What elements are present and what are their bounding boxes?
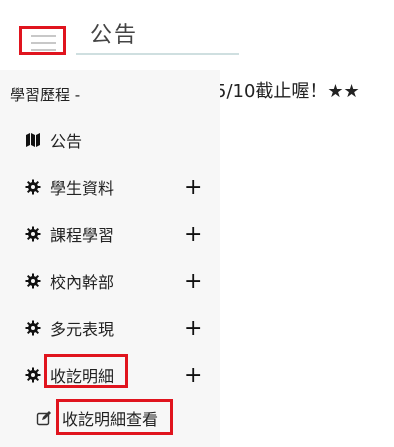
hamburger-line bbox=[31, 49, 56, 51]
sidebar-item-course-learning[interactable]: 課程學習 + bbox=[0, 218, 220, 258]
hamburger-line bbox=[31, 42, 56, 44]
expand-plus-icon[interactable]: + bbox=[184, 318, 202, 340]
gear-icon bbox=[25, 320, 41, 336]
expand-plus-icon[interactable]: + bbox=[184, 177, 202, 199]
sidebar-item-announcement[interactable]: 公告 bbox=[0, 124, 220, 164]
highlight-box bbox=[44, 354, 128, 388]
gear-icon bbox=[25, 179, 41, 195]
hamburger-line bbox=[31, 35, 56, 37]
highlight-box bbox=[56, 399, 173, 435]
expand-plus-icon[interactable]: + bbox=[184, 365, 202, 387]
sidebar-header[interactable]: 學習歷程 - bbox=[10, 84, 80, 105]
sidebar-item-student-info[interactable]: 學生資料 + bbox=[0, 171, 220, 211]
sidebar-item-school-cadre[interactable]: 校內幹部 + bbox=[0, 265, 220, 305]
sidebar-item-label: 學生資料 bbox=[50, 179, 115, 198]
gear-icon bbox=[25, 367, 41, 383]
sidebar-item-label: 公告 bbox=[50, 132, 83, 151]
page-title: 公告 bbox=[90, 23, 139, 48]
gear-icon bbox=[25, 273, 41, 289]
sidebar-item-diverse-performance[interactable]: 多元表現 + bbox=[0, 312, 220, 352]
expand-plus-icon[interactable]: + bbox=[184, 271, 202, 293]
hamburger-menu-button[interactable] bbox=[19, 26, 66, 55]
sidebar: 學習歷程 - 公告 學生資料 + 課程學習 + 校內幹部 + 多元表現 + 收訖… bbox=[0, 70, 220, 447]
title-underline bbox=[76, 53, 239, 55]
edit-icon bbox=[36, 411, 51, 426]
sidebar-item-receipt-details[interactable]: 收訖明細 + bbox=[0, 354, 220, 399]
sidebar-item-label: 校內幹部 bbox=[50, 273, 115, 292]
map-icon bbox=[26, 133, 40, 147]
gear-icon bbox=[25, 226, 41, 242]
sidebar-item-label: 多元表現 bbox=[50, 320, 115, 339]
sidebar-item-label: 課程學習 bbox=[50, 226, 115, 245]
sidebar-subitem-receipt-view[interactable]: 收訖明細查看 bbox=[0, 399, 220, 440]
expand-plus-icon[interactable]: + bbox=[184, 224, 202, 246]
announcement-text: 5/10截止喔！★★ bbox=[215, 81, 360, 102]
